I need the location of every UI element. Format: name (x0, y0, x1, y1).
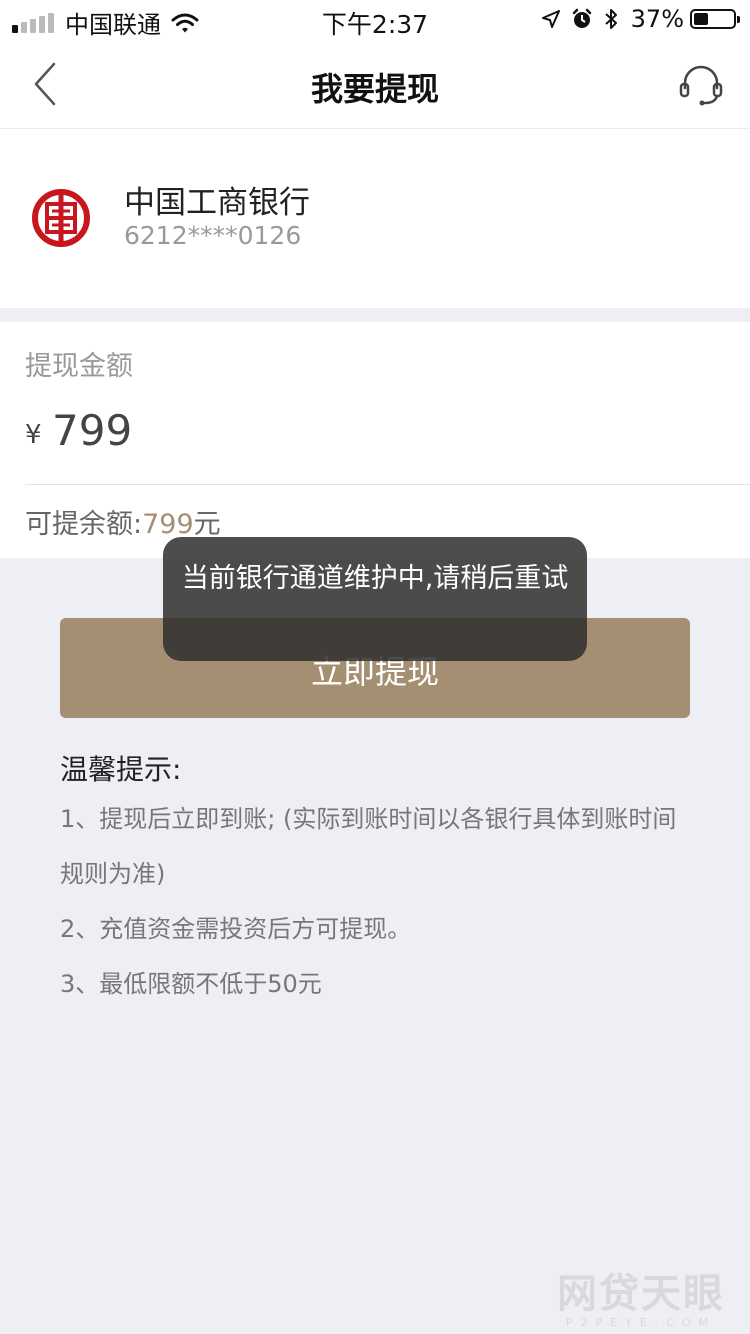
battery-percent: 37% (630, 5, 684, 33)
error-toast: 当前银行通道维护中,请稍后重试 (163, 537, 587, 661)
tips-title: 温馨提示: (60, 753, 182, 786)
watermark-text: 网贷天眼 (557, 1271, 725, 1317)
location-arrow-icon (541, 10, 560, 28)
amount-input[interactable]: 799 (52, 406, 132, 455)
tip-item: 2、充值资金需投资后方可提现。 (60, 915, 412, 943)
amount-label: 提现金额 (25, 351, 133, 382)
balance-value: 799 (142, 509, 194, 540)
currency-symbol: ¥ (25, 420, 42, 450)
icbc-logo (32, 189, 90, 247)
tip-item: 3、最低限额不低于50元 (60, 970, 322, 998)
watermark-subtext: P2PEYE.COM (565, 1316, 717, 1329)
watermark-logo: 网贷天眼 P2PEYE.COM (546, 1272, 736, 1330)
status-bar: 中国联通 下午2:37 37% (0, 0, 750, 40)
divider (25, 484, 750, 485)
battery-icon (690, 9, 740, 29)
page-title: 我要提现 (310, 70, 439, 108)
available-balance: 可提余额:799元 (25, 502, 221, 541)
amount-section: 提现金额 ¥ 799 可提余额:799元 (0, 322, 750, 558)
alarm-icon (572, 8, 591, 28)
headset-icon[interactable] (678, 62, 724, 108)
tip-item: 1、提现后立即到账; (实际到账时间以各银行具体到账时间规则为准) (60, 805, 677, 888)
bank-name: 中国工商银行 (124, 185, 310, 221)
tips-section: 温馨提示: 1、提现后立即到账; (实际到账时间以各银行具体到账时间规则为准) … (60, 748, 700, 1012)
balance-label: 可提余额: (25, 509, 143, 540)
bank-card[interactable]: 中国工商银行 6212****0126 (0, 129, 750, 308)
balance-unit: 元 (193, 509, 221, 540)
nav-bar: 我要提现 (0, 40, 750, 129)
bluetooth-icon (604, 9, 617, 29)
bank-card-number: 6212****0126 (124, 221, 302, 250)
